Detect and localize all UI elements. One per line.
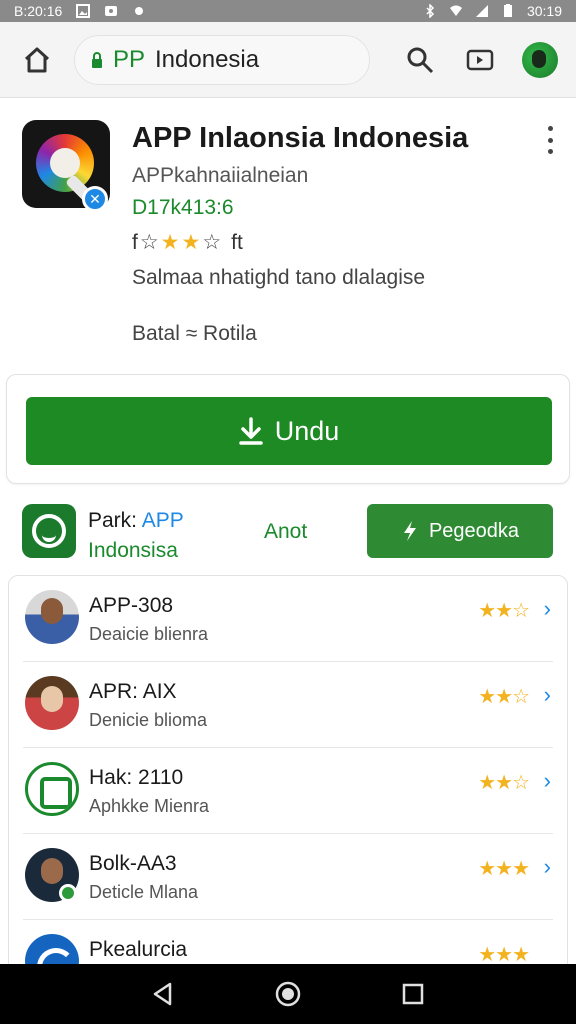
tabs-button[interactable] xyxy=(462,42,498,78)
star-outline-icon: ☆ xyxy=(512,600,530,622)
app-category[interactable]: Batal ≈ Rotila xyxy=(132,322,257,346)
home-button[interactable] xyxy=(18,41,56,79)
star-filled-icon: ★★★ xyxy=(478,944,530,966)
address-bar[interactable]: PP Indonesia xyxy=(74,34,370,85)
verified-badge-icon: ✕ xyxy=(82,186,108,212)
download-label: Undu xyxy=(274,415,340,446)
online-status-icon xyxy=(59,884,77,902)
star-filled-icon: ★★ xyxy=(478,600,513,622)
back-button[interactable] xyxy=(143,974,183,1014)
app-rating: f ☆ ★ ★ ☆ ft xyxy=(132,230,243,255)
promo-name-prefix: Park: xyxy=(88,509,138,532)
signal-icon xyxy=(475,5,488,17)
promo-button[interactable]: Pegeodka xyxy=(367,504,553,558)
promo-row: Park: APP Indonsisa Anot Pegeodka xyxy=(0,500,576,566)
list-item-title: Pkealurcia xyxy=(89,938,188,961)
recents-square-icon xyxy=(403,983,424,1005)
lock-icon xyxy=(92,51,102,68)
avatar xyxy=(25,676,79,730)
search-button[interactable] xyxy=(402,42,438,78)
promo-name-highlight: APP xyxy=(141,509,184,532)
tabs-icon xyxy=(466,49,494,70)
url-prefix: PP xyxy=(113,45,146,73)
list-item-subtitle: Aphkke Mienra xyxy=(89,796,210,816)
system-nav-bar xyxy=(0,964,576,1024)
list-item[interactable]: Bolk-AA3 Deticle Mlana ★★★ › xyxy=(23,834,553,920)
star-filled-icon: ★ xyxy=(160,231,180,254)
download-card: Undu xyxy=(6,374,570,484)
star-filled-icon: ★★ xyxy=(478,686,513,708)
list-item-rating: ★★★ xyxy=(478,856,530,881)
status-bar: B:20:16 30:19 xyxy=(0,0,576,22)
star-filled-icon: ★★ xyxy=(478,772,513,794)
promo-link[interactable]: Anot xyxy=(264,520,307,544)
list-item[interactable]: Hak: 2110 Aphkke Mienra ★★☆ › xyxy=(23,748,553,834)
star-filled-icon: ★★★ xyxy=(478,858,530,880)
status-time-right: 30:19 xyxy=(526,3,562,19)
home-icon xyxy=(24,47,50,72)
star-filled-icon: ★ xyxy=(181,231,201,254)
app-header: ✕ APP Inlaonsia Indonesia APPkahnaiialne… xyxy=(0,100,576,370)
back-triangle-icon xyxy=(153,982,171,1006)
app-developer[interactable]: APPkahnaiialneian xyxy=(132,164,308,188)
home-nav-button[interactable] xyxy=(268,974,308,1014)
avatar xyxy=(25,762,79,816)
list-item-subtitle: Deticle Mlana xyxy=(89,882,199,902)
more-options-button[interactable] xyxy=(540,126,560,154)
star-outline-icon: ☆ xyxy=(139,231,159,254)
wifi-icon xyxy=(449,5,462,16)
more-dot-icon xyxy=(547,126,553,131)
dot-icon xyxy=(135,7,144,15)
list-item-rating: ★★☆ xyxy=(478,598,530,623)
battery-icon xyxy=(503,4,512,17)
lightning-icon xyxy=(403,521,416,541)
list-item-rating: ★★☆ xyxy=(478,684,530,709)
search-icon xyxy=(407,47,434,73)
app-title: APP Inlaonsia Indonesia xyxy=(132,122,469,154)
chevron-right-icon: › xyxy=(543,854,551,879)
home-circle-icon xyxy=(275,981,301,1007)
list-item-rating: ★★☆ xyxy=(478,770,530,795)
promo-app-icon xyxy=(22,504,76,558)
more-dot-icon xyxy=(547,149,553,154)
list-item-title: APR: AIX xyxy=(89,680,177,703)
star-outline-icon: ☆ xyxy=(202,231,222,254)
list-item-subtitle: Denicie blioma xyxy=(89,710,208,730)
avatar xyxy=(25,590,79,644)
status-time-left: B:20:16 xyxy=(14,3,63,19)
rating-suffix: ft xyxy=(231,230,243,254)
bluetooth-icon xyxy=(426,4,435,18)
recents-button[interactable] xyxy=(393,974,433,1014)
promo-name[interactable]: Park: APP Indonsisa xyxy=(88,506,184,566)
star-outline-icon: ☆ xyxy=(512,772,530,794)
download-icon xyxy=(238,417,263,445)
browser-toolbar: PP Indonesia xyxy=(0,22,576,98)
chevron-right-icon: › xyxy=(543,768,551,793)
notification-icon xyxy=(105,6,118,16)
rating-prefix: f xyxy=(132,230,138,254)
list-item[interactable]: APR: AIX Denicie blioma ★★☆ › xyxy=(23,662,553,748)
list-item[interactable]: APP-308 Deaicie blienra ★★☆ › xyxy=(23,576,553,662)
chevron-right-icon: › xyxy=(543,596,551,621)
app-list: APP-308 Deaicie blienra ★★☆ › APR: AIX D… xyxy=(8,575,568,975)
more-dot-icon xyxy=(547,137,553,143)
list-item-subtitle: Deaicie blienra xyxy=(89,624,209,644)
download-button[interactable]: Undu xyxy=(26,397,552,465)
list-item-title: Hak: 2110 xyxy=(89,766,184,789)
profile-avatar[interactable] xyxy=(522,41,558,78)
promo-name-line2: Indonsisa xyxy=(88,539,178,562)
chevron-right-icon: › xyxy=(543,682,551,707)
list-item-title: APP-308 xyxy=(89,594,174,617)
list-item-title: Bolk-AA3 xyxy=(89,852,177,875)
url-text: Indonesia xyxy=(155,45,260,73)
star-outline-icon: ☆ xyxy=(512,686,530,708)
image-icon xyxy=(76,4,91,18)
app-downloads: D17k413:6 xyxy=(132,196,234,219)
promo-button-label: Pegeodka xyxy=(428,519,520,542)
app-description: Salmaa nhatighd tano dlalagise xyxy=(132,266,426,289)
